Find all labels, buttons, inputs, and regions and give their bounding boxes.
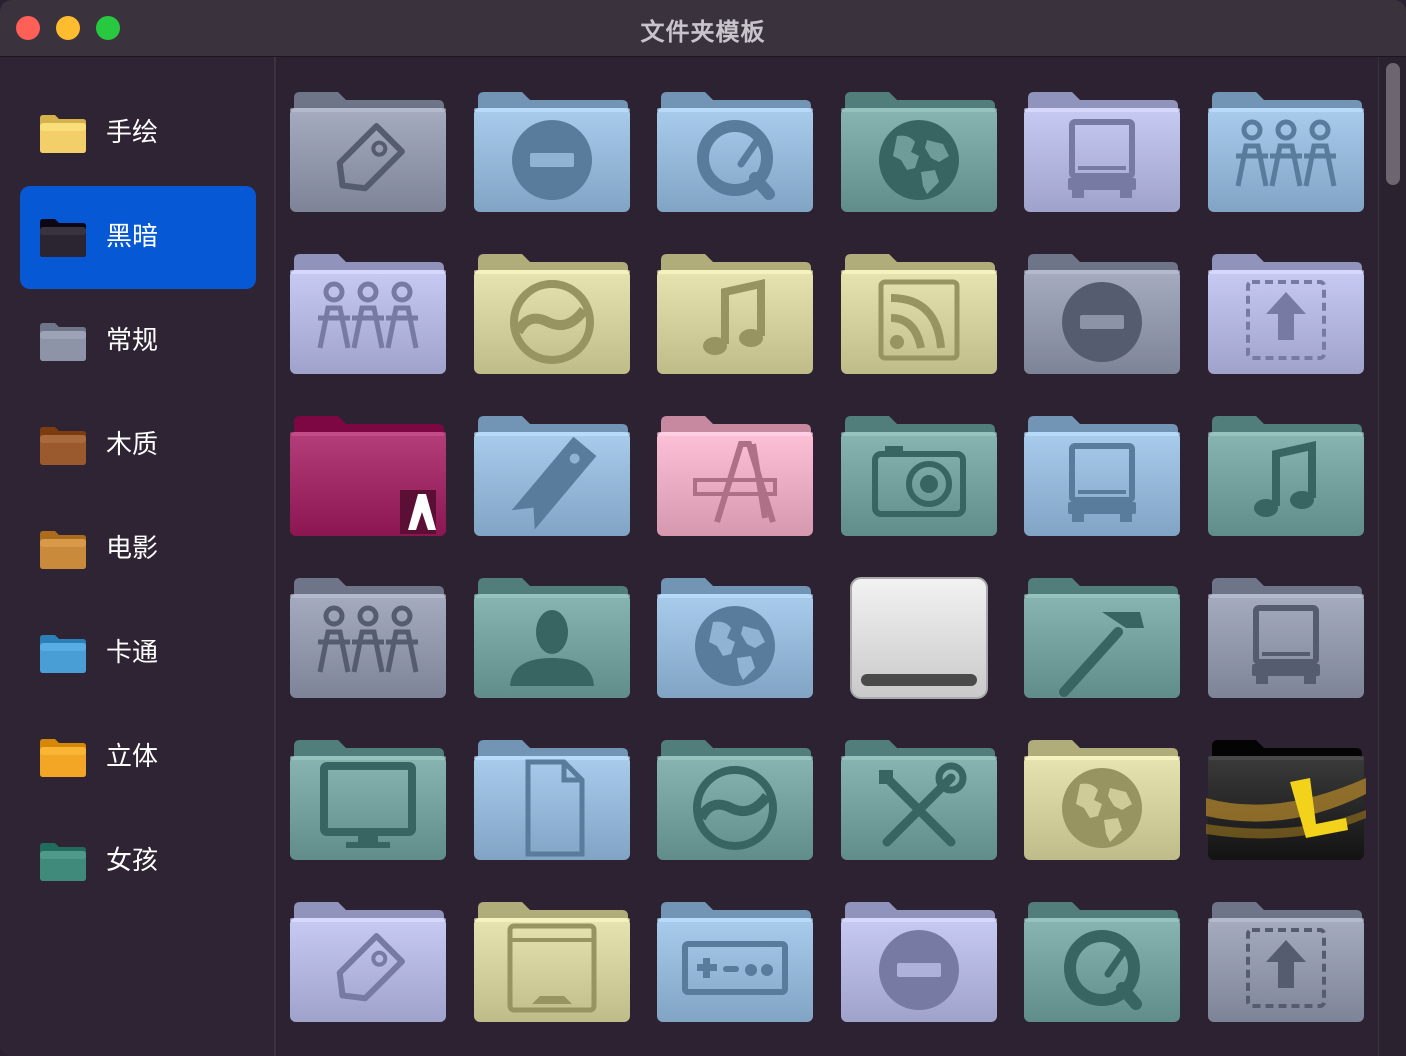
- upload-icon[interactable]: [1206, 900, 1366, 1024]
- app-store-icon[interactable]: [655, 414, 815, 538]
- sidebar-item-4[interactable]: 木质: [20, 394, 256, 497]
- wood-folder-icon: [38, 424, 88, 466]
- sidebar-item-label: 女孩: [106, 846, 159, 876]
- bookmark-icon[interactable]: [472, 414, 632, 538]
- movie-folder-icon: [38, 528, 88, 570]
- 3d-folder-icon: [38, 736, 88, 778]
- globe-icon[interactable]: [1022, 738, 1182, 862]
- sidebar-item-label: 手绘: [106, 118, 159, 148]
- hammer-icon[interactable]: [1022, 576, 1182, 700]
- tag-icon[interactable]: [288, 90, 448, 214]
- adobe-icon[interactable]: [288, 414, 448, 538]
- globe-icon[interactable]: [839, 90, 999, 214]
- swirl-icon[interactable]: [472, 252, 632, 376]
- sidebar-item-label: 木质: [106, 430, 159, 460]
- sidebar-item-label: 黑暗: [106, 222, 159, 252]
- sidebar-item-label: 常规: [106, 326, 159, 356]
- globe-icon[interactable]: [655, 576, 815, 700]
- tools-icon[interactable]: [839, 738, 999, 862]
- scrollbar-thumb[interactable]: [1386, 63, 1400, 185]
- sidebar-item-label: 立体: [106, 742, 159, 772]
- music-note-icon[interactable]: [655, 252, 815, 376]
- sidebar-item-2[interactable]: 黑暗: [20, 186, 256, 289]
- minus-circle-icon[interactable]: [472, 90, 632, 214]
- minus-circle-icon[interactable]: [1022, 252, 1182, 376]
- minus-circle-icon[interactable]: [839, 900, 999, 1024]
- window-title: 文件夹模板: [640, 18, 766, 46]
- folder-grid: [276, 57, 1376, 1056]
- people-icon[interactable]: [288, 576, 448, 700]
- girl-folder-icon: [38, 840, 88, 882]
- upload-icon[interactable]: [1206, 252, 1366, 376]
- regular-folder-icon: [38, 320, 88, 362]
- monitor-icon[interactable]: [288, 738, 448, 862]
- window-icon[interactable]: [472, 900, 632, 1024]
- sidebar: 手绘黑暗常规木质电影卡通立体女孩: [0, 57, 276, 1056]
- sidebar-item-6[interactable]: 卡通: [20, 602, 256, 705]
- rss-icon[interactable]: [839, 252, 999, 376]
- sidebar-item-5[interactable]: 电影: [20, 498, 256, 601]
- tag-icon[interactable]: [288, 900, 448, 1024]
- sidebar-item-8[interactable]: 女孩: [20, 810, 256, 913]
- sidebar-item-7[interactable]: 立体: [20, 706, 256, 809]
- dark-folder-icon: [38, 216, 88, 258]
- camera-icon[interactable]: [839, 414, 999, 538]
- hand-drawn-folder-icon: [38, 112, 88, 154]
- sidebar-item-3[interactable]: 常规: [20, 290, 256, 393]
- truck-icon[interactable]: [1022, 90, 1182, 214]
- sidebar-item-1[interactable]: 手绘: [20, 82, 256, 185]
- gamepad-icon[interactable]: [655, 900, 815, 1024]
- external-drive-icon[interactable]: [839, 576, 999, 700]
- office-icon[interactable]: [1206, 738, 1366, 862]
- swirl-icon[interactable]: [655, 738, 815, 862]
- sidebar-item-label: 电影: [106, 534, 159, 564]
- truck-icon[interactable]: [1022, 414, 1182, 538]
- document-icon[interactable]: [472, 738, 632, 862]
- cartoon-folder-icon: [38, 632, 88, 674]
- people-icon[interactable]: [1206, 90, 1366, 214]
- people-icon[interactable]: [288, 252, 448, 376]
- truck-icon[interactable]: [1206, 576, 1366, 700]
- sidebar-item-label: 卡通: [106, 638, 159, 668]
- quicktime-icon[interactable]: [655, 90, 815, 214]
- vertical-scrollbar[interactable]: [1378, 57, 1406, 1056]
- user-icon[interactable]: [472, 576, 632, 700]
- app-window: 文件夹模板 手绘黑暗常规木质电影卡通立体女孩: [0, 0, 1406, 1056]
- title-bar: 文件夹模板: [0, 0, 1406, 57]
- quicktime-icon[interactable]: [1022, 900, 1182, 1024]
- music-note-icon[interactable]: [1206, 414, 1366, 538]
